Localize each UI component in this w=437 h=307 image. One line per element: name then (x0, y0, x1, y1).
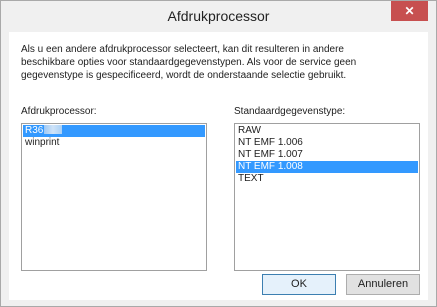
list-item-processor[interactable]: R36 (23, 125, 205, 137)
default-datatype-label: Standaardgegevenstype: (234, 106, 346, 117)
list-item-datatype[interactable]: NT EMF 1.007 (236, 149, 418, 161)
list-item-label: R36 (25, 125, 44, 136)
description-line: beschikbare opties voor standaardgegeven… (21, 57, 357, 68)
description-text: Als u een andere afdrukprocessor selecte… (21, 43, 419, 82)
cancel-button[interactable]: Annuleren (346, 274, 420, 295)
list-item-datatype[interactable]: NT EMF 1.006 (236, 137, 418, 149)
list-item-datatype[interactable]: TEXT (236, 173, 418, 185)
print-processor-list[interactable]: R36 winprint (21, 123, 207, 271)
title-bar[interactable]: Afdrukprocessor ✕ (1, 1, 436, 31)
print-processor-dialog: Afdrukprocessor ✕ Als u een andere afdru… (0, 0, 437, 307)
print-processor-label: Afdrukprocessor: (21, 106, 97, 117)
default-datatype-list[interactable]: RAW NT EMF 1.006 NT EMF 1.007 NT EMF 1.0… (234, 123, 420, 271)
redacted-text (44, 125, 63, 134)
close-icon: ✕ (404, 4, 415, 18)
dialog-content: Als u een andere afdrukprocessor selecte… (9, 32, 428, 300)
list-item-datatype[interactable]: NT EMF 1.008 (236, 161, 418, 173)
close-button[interactable]: ✕ (391, 1, 428, 21)
list-item-datatype[interactable]: RAW (236, 125, 418, 137)
description-line: Als u een andere afdrukprocessor selecte… (21, 44, 344, 55)
description-line: gegevenstype is gespecificeerd, wordt de… (21, 70, 347, 81)
dialog-title: Afdrukprocessor (167, 8, 270, 24)
list-item-processor[interactable]: winprint (23, 137, 205, 149)
ok-button[interactable]: OK (262, 274, 336, 295)
